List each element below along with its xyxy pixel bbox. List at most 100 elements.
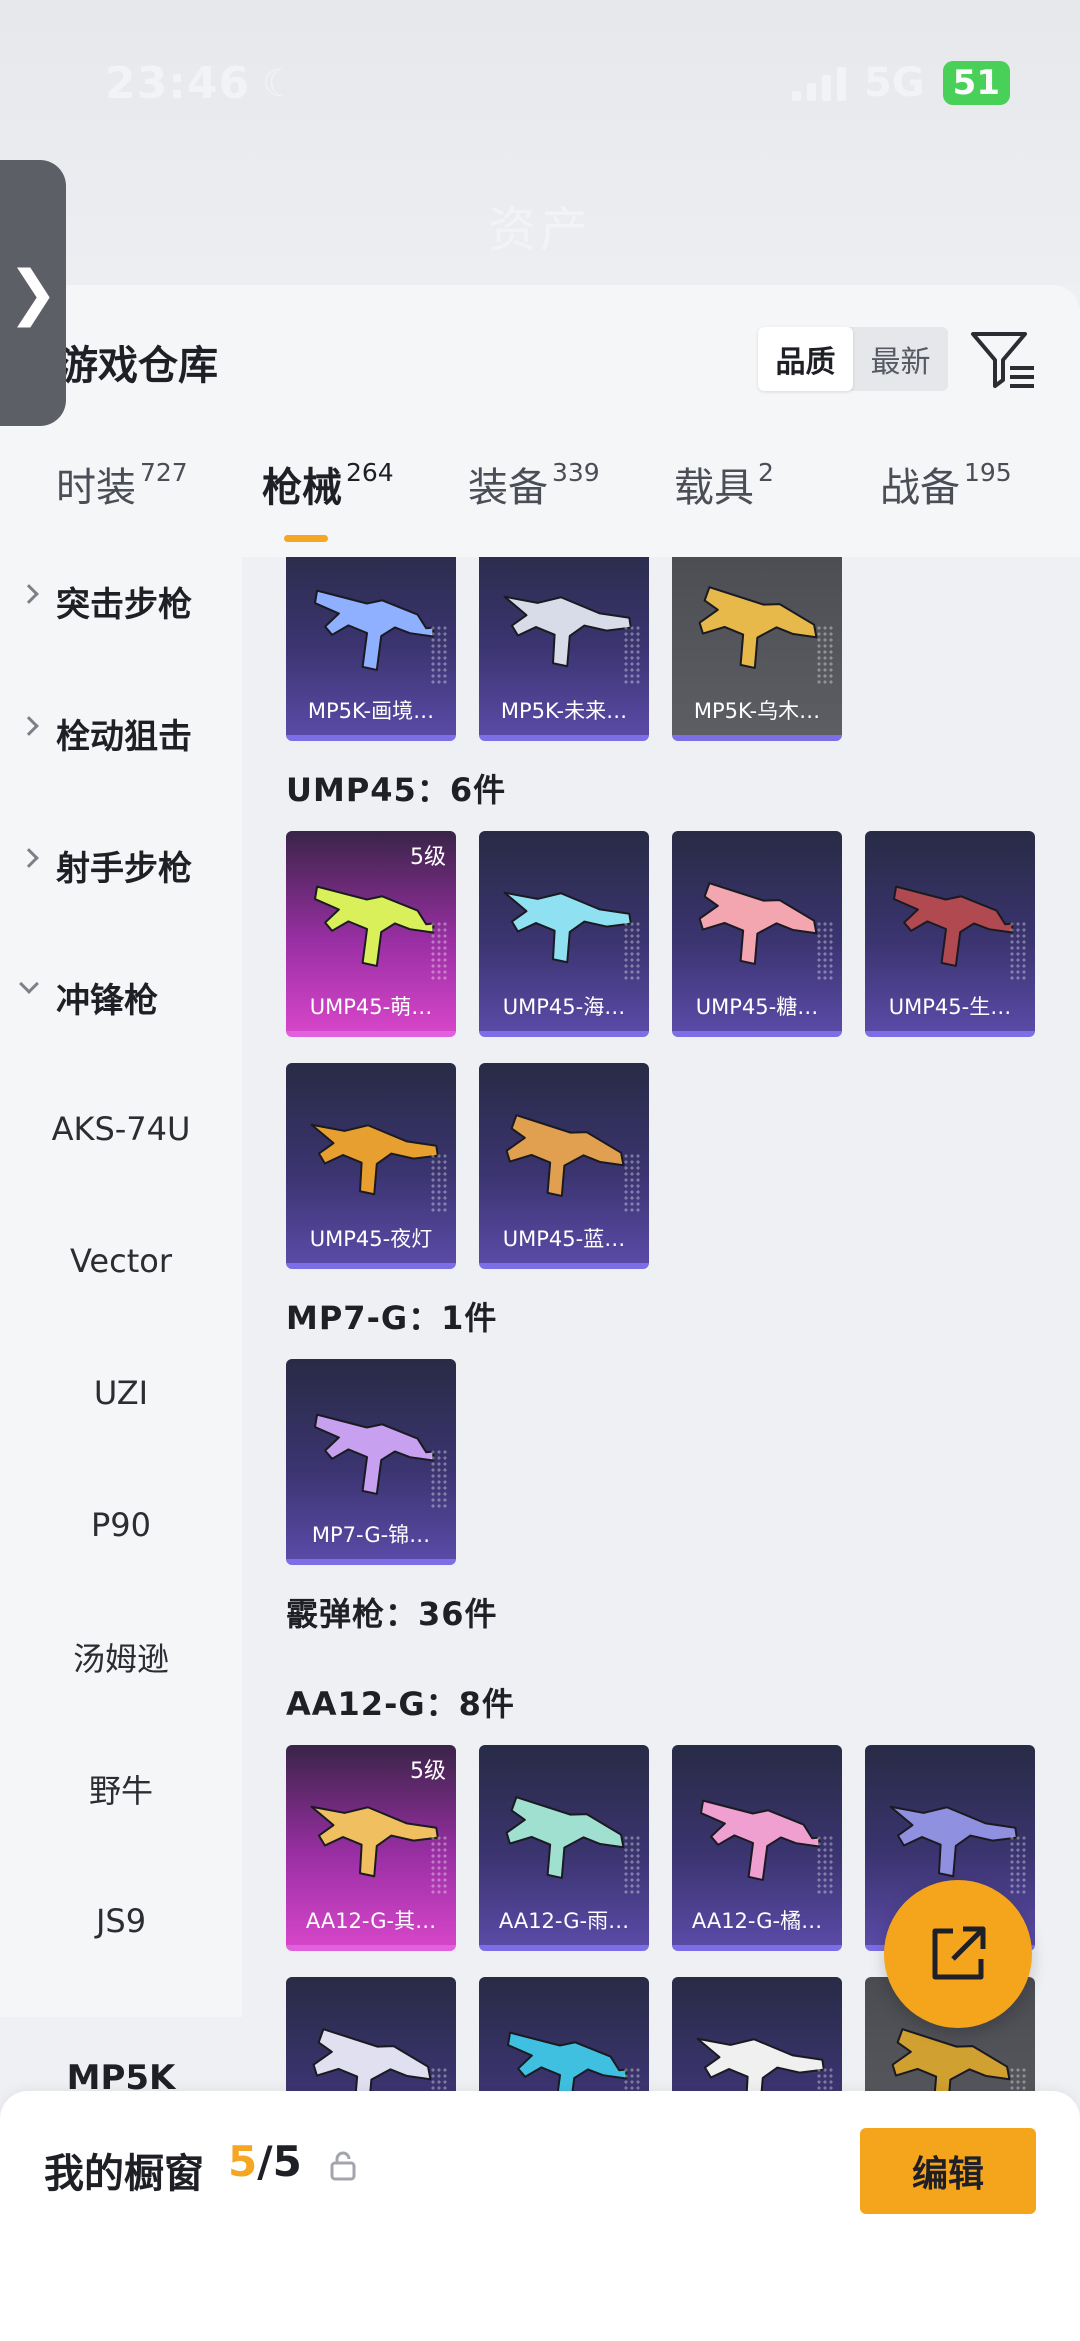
- chevron-down-icon: [19, 974, 39, 994]
- weapon-image: [310, 1805, 439, 1878]
- sidebar-subitem-bison[interactable]: 野牛: [0, 1745, 242, 1833]
- weapon-card[interactable]: AA12-G-雨…: [479, 1745, 649, 1951]
- weapon-card[interactable]: 5级 UMP45-萌…: [286, 831, 456, 1037]
- top-header: 23:46 ☾ 5G 51 资产: [0, 0, 1080, 285]
- weapon-card[interactable]: [286, 1977, 456, 2091]
- weapon-image: [310, 1123, 439, 1196]
- sidebar-subitem-vector[interactable]: Vector: [0, 1217, 242, 1305]
- showcase-count: 5/5: [228, 2137, 302, 2186]
- weapon-card[interactable]: 5级 AA12-G-其…: [286, 1745, 456, 1951]
- weapon-name: UMP45-海…: [502, 995, 626, 1019]
- card-pattern: [1009, 921, 1027, 981]
- weapon-image: [696, 2037, 825, 2091]
- tab-vehicles[interactable]: 载具 2: [674, 455, 774, 513]
- battery-indicator: 51: [942, 61, 1010, 105]
- moon-icon: ☾: [262, 61, 297, 105]
- weapon-name: AA12-G-橘…: [691, 1909, 823, 1933]
- weapon-image: [699, 1799, 821, 1881]
- active-tab-indicator: [284, 535, 328, 542]
- weapon-name: MP5K-未来…: [500, 699, 628, 723]
- card-pattern: [816, 625, 834, 685]
- sort-option-quality[interactable]: 品质: [758, 327, 853, 391]
- weapon-name: UMP45-萌…: [309, 995, 433, 1019]
- warehouse-panel: 游戏仓库 品质 最新 时装 727 枪械 264 装备 339 载具 2 战备 195 突…: [0, 285, 1080, 2133]
- weapon-grid: MP5K-画境… MP5K-未来… MP5K-乌木… UMP45：6件 5级 UMP45-…: [242, 557, 1080, 2091]
- group-title: UMP45：6件: [286, 771, 507, 809]
- weapon-name: AA12-G-雨…: [498, 1909, 630, 1933]
- weapon-image: [313, 1413, 435, 1495]
- tab-guns[interactable]: 枪械 264: [262, 455, 394, 513]
- weapon-name: MP7-G-锦…: [311, 1523, 431, 1547]
- weapon-card[interactable]: MP5K-画境…: [286, 557, 456, 741]
- weapon-sidebar: 突击步枪 栓动狙击 射手步枪 冲锋枪 AKS-74U Vector UZI P9…: [0, 557, 242, 2017]
- sidebar-item-smg[interactable]: 冲锋枪: [0, 953, 242, 1041]
- sidebar-subitem-js9[interactable]: JS9: [0, 1877, 242, 1965]
- weapon-card[interactable]: MP5K-乌木…: [672, 557, 842, 741]
- chevron-right-icon: [19, 848, 39, 868]
- chevron-right-icon: ❯: [7, 258, 59, 328]
- sidebar-subitem-uzi[interactable]: UZI: [0, 1349, 242, 1437]
- card-pattern: [1009, 1835, 1027, 1895]
- showcase-bar: 我的橱窗 5/5 编辑: [0, 2091, 1080, 2341]
- weapon-image: [313, 589, 435, 671]
- tab-fashion[interactable]: 时装 727: [56, 455, 188, 513]
- sidebar-item-assault-rifle[interactable]: 突击步枪: [0, 557, 242, 645]
- weapon-image: [313, 885, 435, 967]
- network-type: 5G: [864, 60, 925, 106]
- sidebar-subitem-thompson[interactable]: 汤姆逊: [0, 1613, 242, 1701]
- weapon-name: MP5K-画境…: [307, 699, 435, 723]
- weapon-image: [892, 885, 1014, 967]
- tab-equipment[interactable]: 装备 339: [468, 455, 600, 513]
- weapon-image: [312, 2028, 432, 2091]
- warehouse-title: 游戏仓库: [58, 343, 218, 389]
- chevron-right-icon: [19, 584, 39, 604]
- card-pattern: [816, 2067, 834, 2091]
- chevron-right-icon: [19, 716, 39, 736]
- card-pattern: [623, 625, 641, 685]
- sort-option-newest[interactable]: 最新: [853, 327, 948, 391]
- card-pattern: [1009, 2067, 1027, 2091]
- weapon-name: MP5K-乌木…: [693, 699, 821, 723]
- weapon-card[interactable]: UMP45-生…: [865, 831, 1035, 1037]
- category-tabs: 时装 727 枪械 264 装备 339 载具 2 战备 195: [0, 397, 1080, 557]
- weapon-level-badge: 5级: [410, 1759, 446, 1784]
- card-pattern: [623, 1153, 641, 1213]
- weapon-image: [698, 586, 818, 669]
- weapon-image: [505, 1796, 625, 1879]
- share-icon: [932, 1926, 986, 1980]
- weapon-card[interactable]: UMP45-蓝…: [479, 1063, 649, 1269]
- sidebar-item-marksman-rifle[interactable]: 射手步枪: [0, 821, 242, 909]
- weapon-image: [506, 2031, 628, 2091]
- weapon-card[interactable]: [672, 1977, 842, 2091]
- weapon-card[interactable]: AA12-G-橘…: [672, 1745, 842, 1951]
- filter-icon[interactable]: [970, 330, 1036, 390]
- weapon-name: UMP45-夜灯: [309, 1227, 433, 1251]
- share-button[interactable]: [884, 1880, 1032, 2028]
- sidebar-expand-handle[interactable]: ❯: [0, 160, 66, 426]
- weapon-card[interactable]: UMP45-海…: [479, 831, 649, 1037]
- sort-switch: 品质 最新: [758, 327, 948, 391]
- weapon-card[interactable]: MP5K-未来…: [479, 557, 649, 741]
- status-bar: 23:46 ☾ 5G 51: [105, 48, 1010, 118]
- weapon-card[interactable]: [479, 1977, 649, 2091]
- sidebar-subitem-aks74u[interactable]: AKS-74U: [0, 1085, 242, 1173]
- lock-icon: [330, 2151, 356, 2181]
- weapon-card[interactable]: MP7-G-锦…: [286, 1359, 456, 1565]
- showcase-label: 我的橱窗: [44, 2151, 204, 2197]
- signal-icon: [792, 65, 846, 101]
- sidebar-item-bolt-sniper[interactable]: 栓动狙击: [0, 689, 242, 777]
- weapon-image: [889, 1805, 1018, 1878]
- group-title: AA12-G：8件: [286, 1685, 515, 1723]
- card-pattern: [430, 2067, 448, 2091]
- edit-button[interactable]: 编辑: [860, 2128, 1036, 2214]
- group-title: 霰弹枪：36件: [286, 1595, 498, 1633]
- card-pattern: [430, 625, 448, 685]
- weapon-card[interactable]: UMP45-夜灯: [286, 1063, 456, 1269]
- card-pattern: [623, 921, 641, 981]
- tab-supplies[interactable]: 战备 195: [880, 455, 1012, 513]
- panel-header: 游戏仓库 品质 最新: [0, 285, 1080, 397]
- card-pattern: [816, 921, 834, 981]
- weapon-card[interactable]: UMP45-糖…: [672, 831, 842, 1037]
- card-pattern: [623, 2067, 641, 2091]
- sidebar-subitem-p90[interactable]: P90: [0, 1481, 242, 1569]
